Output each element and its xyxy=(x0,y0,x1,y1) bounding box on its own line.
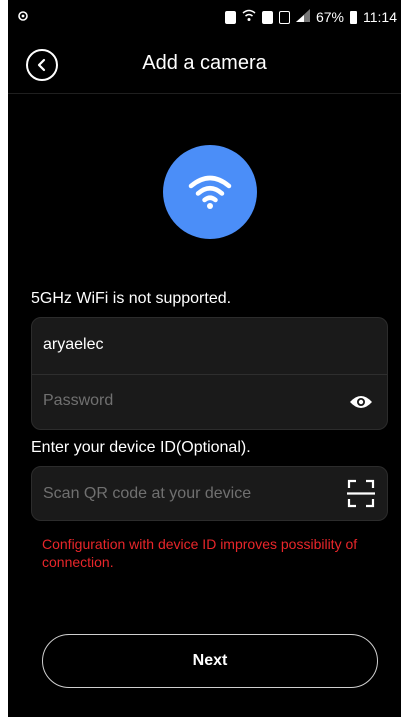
ssid-field[interactable]: aryaelec xyxy=(32,318,387,375)
device-id-label: Enter your device ID(Optional). xyxy=(31,439,251,456)
wifi-signal-icon xyxy=(242,9,256,25)
app-screen: 67% 11:14 Add a camera 5GHz WiFi is not … xyxy=(8,0,401,717)
wifi-credentials-form: aryaelec Password xyxy=(31,317,388,430)
status-bar: 67% 11:14 xyxy=(8,0,401,36)
wifi-note: 5GHz WiFi is not supported. xyxy=(31,290,232,307)
device-id-hint: Configuration with device ID improves po… xyxy=(42,536,358,570)
header: Add a camera xyxy=(8,36,401,94)
next-button[interactable]: Next xyxy=(42,634,378,688)
signal-icon xyxy=(278,10,290,24)
status-icons: 67% 11:14 xyxy=(224,9,397,25)
password-field[interactable]: Password xyxy=(32,374,387,430)
signal-bars-icon xyxy=(295,9,310,25)
password-placeholder: Password xyxy=(43,392,114,409)
battery-percent: 67% xyxy=(315,9,344,25)
sim-lock-icon xyxy=(224,10,236,24)
settings-icon xyxy=(16,9,30,26)
eye-icon[interactable] xyxy=(349,394,373,410)
device-id-input[interactable]: Scan QR code at your device xyxy=(31,466,388,521)
clock: 11:14 xyxy=(363,9,397,25)
sim-card-icon xyxy=(261,10,273,24)
device-id-placeholder: Scan QR code at your device xyxy=(43,485,252,502)
page-title: Add a camera xyxy=(142,52,267,74)
battery-icon xyxy=(350,10,357,24)
ssid-value: aryaelec xyxy=(43,336,104,353)
wifi-icon xyxy=(163,145,257,239)
scan-qr-icon[interactable] xyxy=(347,479,375,508)
